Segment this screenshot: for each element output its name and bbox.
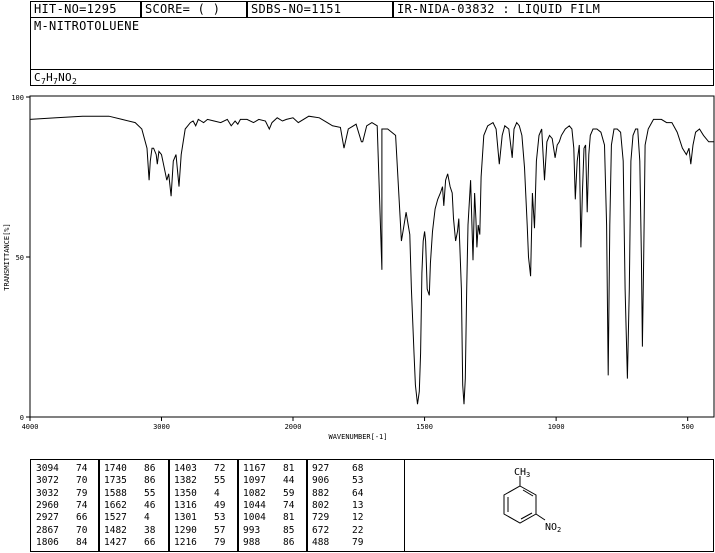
peak-wavenumber: 802 <box>312 499 330 511</box>
peak-transmittance: 86 <box>144 463 156 474</box>
peak-table-divider-2 <box>168 459 170 552</box>
y-tick-label: 0 <box>20 414 24 422</box>
peak-wavenumber: 2960 <box>36 499 59 511</box>
y-tick-label: 50 <box>16 254 24 262</box>
peak-wavenumber: 1167 <box>243 463 266 474</box>
peak-wavenumber: 927 <box>312 463 330 474</box>
peak-wavenumber: 1740 <box>104 463 127 474</box>
peak-wavenumber: 1427 <box>104 536 127 548</box>
peak-transmittance: 55 <box>214 475 226 487</box>
peak-wavenumber: 1382 <box>174 475 197 487</box>
peak-transmittance: 57 <box>214 524 226 536</box>
peak-transmittance: 53 <box>352 475 364 487</box>
x-tick-label: 1000 <box>548 423 565 431</box>
y-tick-label: 100 <box>11 94 24 102</box>
x-axis-ticks: 4000 3000 2000 1500 1000 500 <box>22 417 694 431</box>
peak-wavenumber: 1527 <box>104 512 127 524</box>
peak-transmittance: 79 <box>352 536 364 548</box>
peak-transmittance: 53 <box>214 512 226 524</box>
peak-wavenumber: 3032 <box>36 487 59 499</box>
methyl-group-label: CH3 <box>514 467 530 479</box>
y-axis-label: TRANSMITTANCE[%] <box>3 223 11 290</box>
peak-wavenumber: 1044 <box>243 499 266 511</box>
peak-wavenumber: 672 <box>312 524 330 536</box>
peak-transmittance: 81 <box>283 463 295 474</box>
y-axis-ticks: 0 50 100 <box>11 94 30 422</box>
peak-wavenumber: 1097 <box>243 475 266 487</box>
peak-wavenumber: 1082 <box>243 487 266 499</box>
peak-transmittance: 55 <box>144 487 156 499</box>
structure-diagram: CH3 NO2 <box>503 467 561 534</box>
peak-wavenumber: 1662 <box>104 499 127 511</box>
peak-table-divider-4 <box>306 459 308 552</box>
peak-wavenumber: 1403 <box>174 463 197 474</box>
x-axis-label: WAVENUMBER[-1] <box>328 433 387 441</box>
peak-table-divider-1 <box>98 459 100 552</box>
peak-wavenumber: 1004 <box>243 512 266 524</box>
x-tick-label: 500 <box>681 423 694 431</box>
peak-transmittance: 85 <box>283 524 295 536</box>
peak-transmittance: 79 <box>214 536 226 548</box>
peak-wavenumber: 906 <box>312 475 330 487</box>
peak-transmittance: 84 <box>76 536 88 548</box>
peak-wavenumber: 2867 <box>36 524 59 536</box>
peak-wavenumber: 2927 <box>36 512 59 524</box>
peak-transmittance: 86 <box>283 536 295 548</box>
peak-transmittance: 72 <box>214 463 226 474</box>
peak-transmittance: 4 <box>214 487 220 499</box>
peak-transmittance: 59 <box>283 487 295 499</box>
x-tick-label: 4000 <box>22 423 39 431</box>
peak-wavenumber: 3072 <box>36 475 59 487</box>
peak-wavenumber: 488 <box>312 536 330 548</box>
spectrum-series-line <box>29 115 714 405</box>
peak-wavenumber: 1588 <box>104 487 127 499</box>
benzene-ring <box>503 476 546 524</box>
peak-transmittance: 66 <box>144 536 156 548</box>
peak-wavenumber: 1290 <box>174 524 197 536</box>
peak-wavenumber: 1482 <box>104 524 127 536</box>
peak-transmittance: 70 <box>76 524 88 536</box>
peak-transmittance: 74 <box>76 499 88 511</box>
peak-transmittance: 12 <box>352 512 364 524</box>
peak-transmittance: 86 <box>144 475 156 487</box>
peak-wavenumber: 988 <box>243 536 261 548</box>
peak-transmittance: 38 <box>144 524 156 536</box>
peak-transmittance: 66 <box>76 512 88 524</box>
peak-transmittance: 46 <box>144 499 156 511</box>
peak-transmittance: 70 <box>76 475 88 487</box>
peak-wavenumber: 1806 <box>36 536 59 548</box>
peak-wavenumber: 3094 <box>36 463 59 474</box>
peak-wavenumber: 729 <box>312 512 330 524</box>
x-tick-label: 1500 <box>416 423 433 431</box>
x-tick-label: 2000 <box>285 423 302 431</box>
ir-spectrum-chart: 0 50 100 4000 3000 2000 1500 1000 500 TRANSMITT… <box>3 94 715 441</box>
peak-wavenumber: 1350 <box>174 487 197 499</box>
peak-wavenumber: 1301 <box>174 512 197 524</box>
x-tick-label: 3000 <box>153 423 170 431</box>
peak-wavenumber: 882 <box>312 487 330 499</box>
peak-transmittance: 22 <box>352 524 364 536</box>
peak-table-divider-3 <box>237 459 239 552</box>
peak-transmittance: 49 <box>214 499 226 511</box>
peak-wavenumber: 1316 <box>174 499 197 511</box>
peak-transmittance: 74 <box>283 499 295 511</box>
peak-transmittance: 68 <box>352 463 364 474</box>
peak-wavenumber: 1735 <box>104 475 127 487</box>
peak-transmittance: 4 <box>144 512 150 524</box>
peak-transmittance: 81 <box>283 512 295 524</box>
peak-wavenumber: 1216 <box>174 536 197 548</box>
peak-transmittance: 13 <box>352 499 364 511</box>
nitro-group-label: NO2 <box>545 522 561 534</box>
peak-transmittance: 79 <box>76 487 88 499</box>
peak-transmittance: 44 <box>283 475 295 487</box>
peak-transmittance: 74 <box>76 463 88 474</box>
peak-wavenumber: 993 <box>243 524 261 536</box>
peak-transmittance: 64 <box>352 487 364 499</box>
